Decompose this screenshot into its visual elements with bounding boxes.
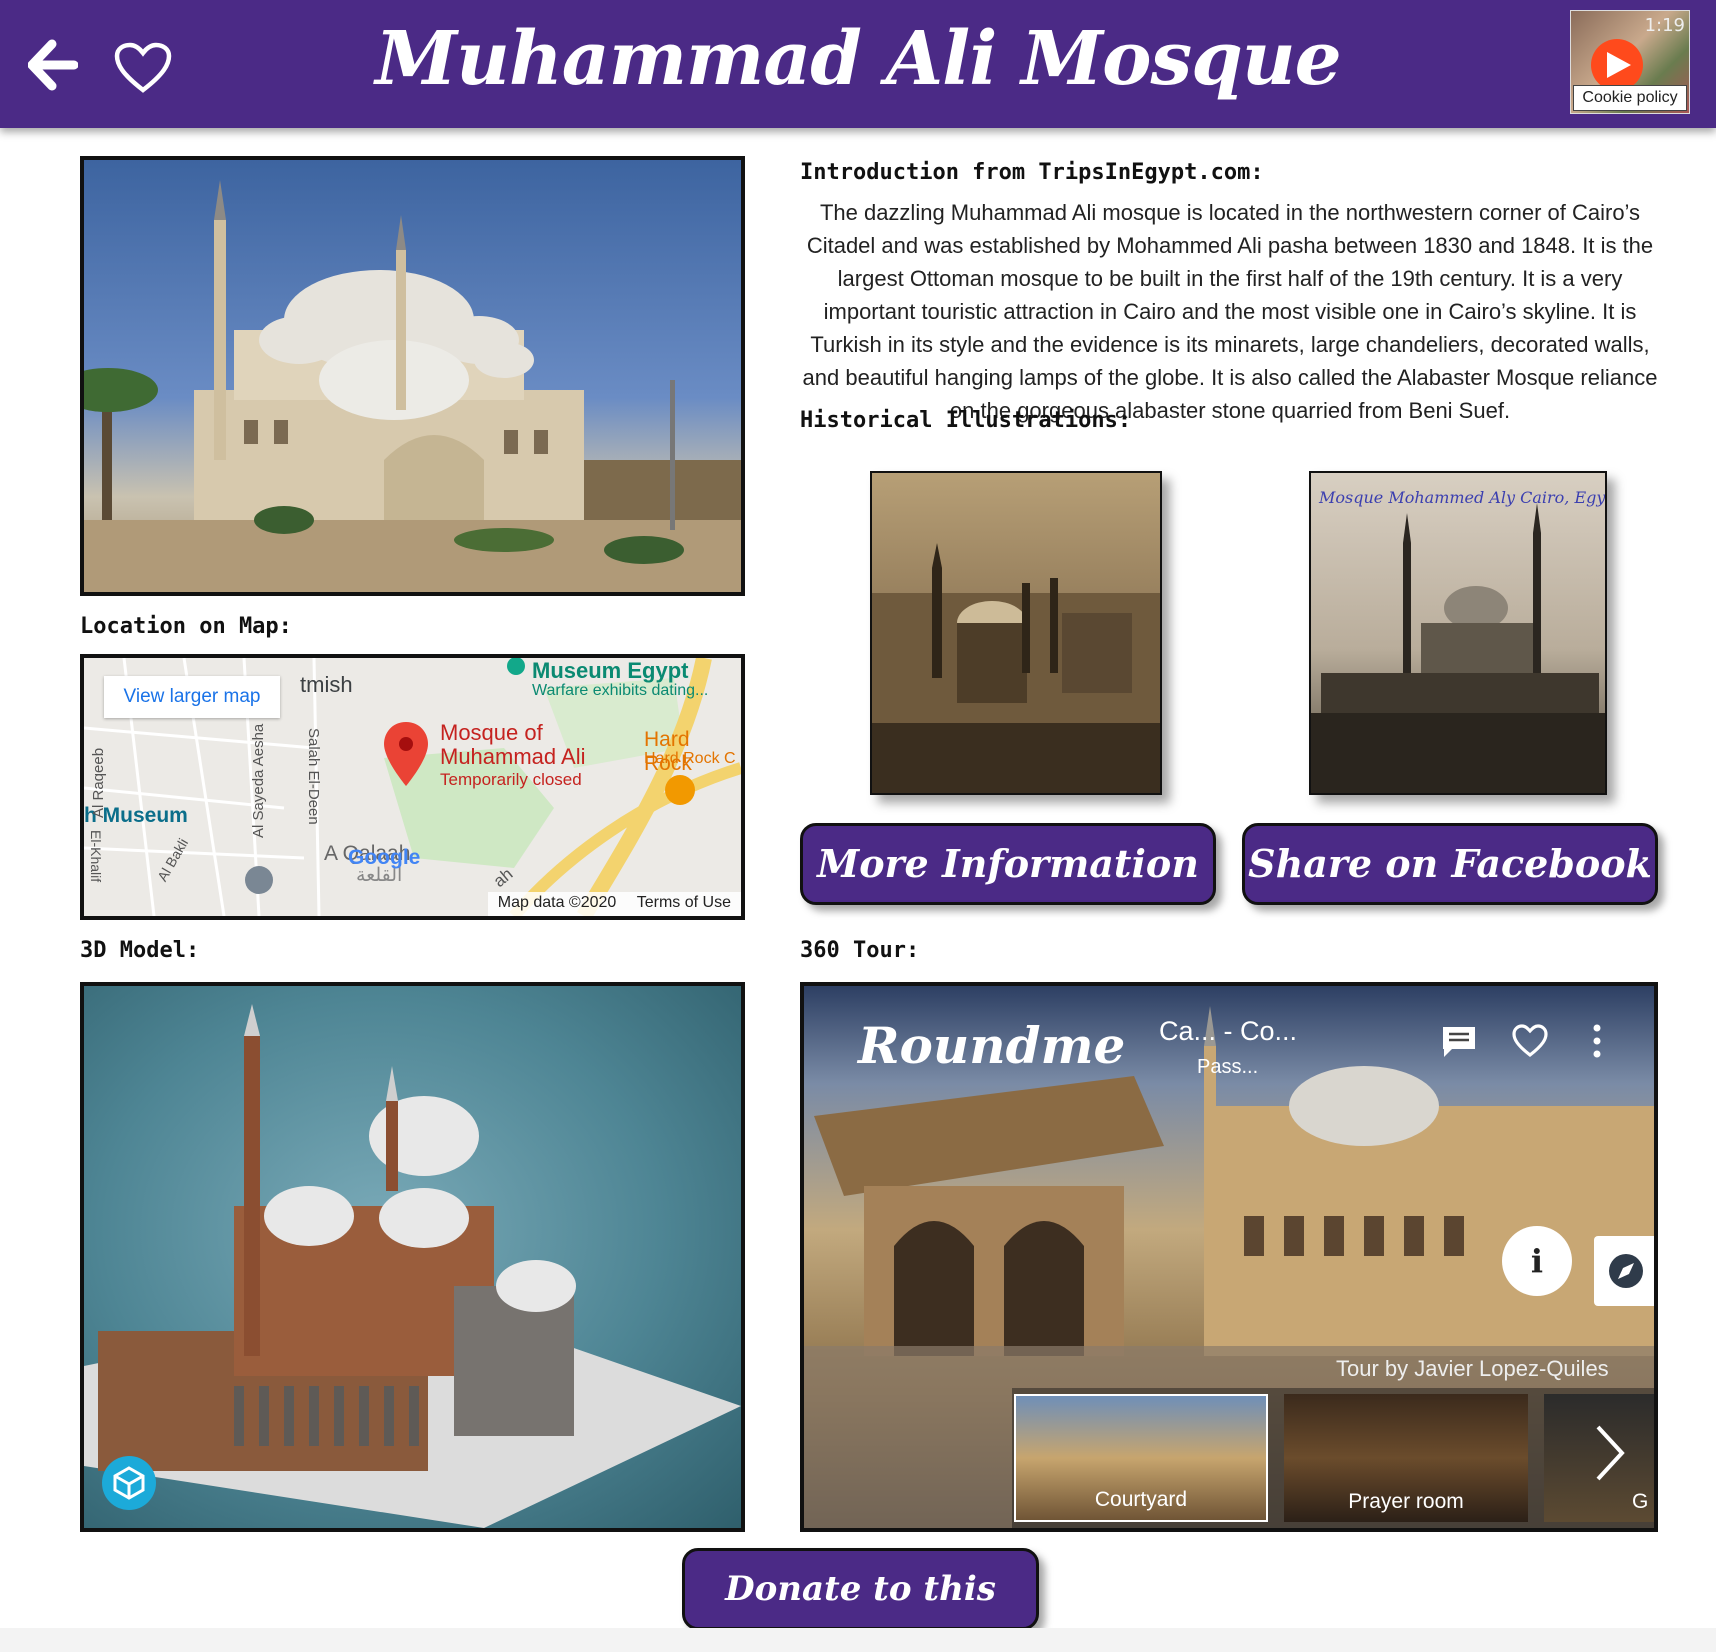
- chevron-right-icon[interactable]: [1592, 1423, 1628, 1483]
- roundme-logo[interactable]: Roundme: [858, 1016, 1125, 1075]
- map-museum-desc: Warfare exhibits dating...: [532, 682, 709, 699]
- video-duration: 1:19: [1644, 15, 1685, 36]
- compass-button[interactable]: [1594, 1236, 1654, 1306]
- map-place-status: Temporarily closed: [440, 770, 582, 789]
- intro-heading: Introduction from TripsInEgypt.com:: [800, 160, 1264, 185]
- map-area-label: tmish: [300, 672, 353, 697]
- video-thumbnail[interactable]: 1:19 Cookie policy: [1570, 10, 1690, 114]
- 3d-model-viewer[interactable]: [80, 982, 745, 1532]
- map-street-2: Al Sayeda Aesha: [250, 723, 267, 838]
- tour-author: Tour by Javier Lopez-Quiles: [1336, 1356, 1609, 1381]
- mosque-photo: [80, 156, 745, 596]
- more-information-button[interactable]: More Information: [800, 823, 1216, 905]
- historical-illustration-2[interactable]: Mosque Mohammed Aly Cairo, Egypt. 7-1-19…: [1309, 471, 1607, 795]
- scene-thumb-prayer-room[interactable]: Prayer room: [1284, 1394, 1528, 1522]
- view-larger-map-link[interactable]: View larger map: [104, 676, 280, 718]
- header-bar: Muhammad Ali Mosque 1:19 Cookie policy: [0, 0, 1716, 128]
- sketchfab-cube-icon[interactable]: [102, 1456, 156, 1510]
- 360-tour-viewer[interactable]: Roundme Ca... - Co... Pass... i Tour by …: [800, 982, 1658, 1532]
- scene-thumbnail-strip: Courtyard Prayer room G: [1012, 1388, 1654, 1528]
- google-logo: Google: [348, 846, 421, 869]
- map-data-credit: Map data ©2020: [497, 894, 617, 911]
- comment-icon[interactable]: [1440, 1024, 1478, 1065]
- illustrations-heading: Historical Illustrations:: [800, 408, 1132, 433]
- map-museum-name[interactable]: Museum Egypt: [532, 658, 688, 684]
- map-street-5: El-Khalif: [88, 830, 104, 883]
- tour-title: Ca... - Co...: [1159, 1016, 1298, 1046]
- donate-button[interactable]: Donate to this Mosque: [682, 1548, 1039, 1652]
- heart-outline-icon[interactable]: [1512, 1024, 1548, 1063]
- page-bottom-band: [0, 1628, 1716, 1652]
- tour-subtitle: Pass...: [1197, 1056, 1259, 1078]
- illustration-handwriting: Mosque Mohammed Aly Cairo, Egypt. 7-1-19…: [1318, 488, 1607, 507]
- location-map[interactable]: View larger map tmish Museum Egypt Warfa…: [80, 654, 745, 920]
- map-street-1: Al Raqeeb: [90, 747, 107, 818]
- info-icon: i: [1530, 1242, 1544, 1280]
- map-hardrock-2: Hard Rock C: [644, 750, 736, 767]
- compass-icon: [1609, 1254, 1643, 1288]
- map-terms-link[interactable]: Terms of Use: [637, 894, 731, 911]
- cookie-policy-link[interactable]: Cookie policy: [1573, 85, 1687, 111]
- scene-thumb-label: Courtyard: [1094, 1488, 1188, 1511]
- tour-heading: 360 Tour:: [800, 938, 920, 963]
- page-title: Muhammad Ali Mosque: [375, 16, 1341, 102]
- map-place-line1[interactable]: Mosque of: [440, 720, 543, 746]
- scene-thumb-courtyard[interactable]: Courtyard: [1014, 1394, 1268, 1522]
- historical-illustration-1[interactable]: [870, 471, 1162, 795]
- more-vertical-icon[interactable]: [1592, 1024, 1602, 1063]
- share-facebook-button[interactable]: Share on Facebook: [1242, 823, 1658, 905]
- map-footer: Map data ©2020 Terms of Use: [487, 892, 741, 916]
- info-button[interactable]: i: [1502, 1226, 1572, 1296]
- model-heading: 3D Model:: [80, 938, 200, 963]
- map-street-3: Salah El-Deen: [305, 728, 322, 825]
- scene-thumb-label: G: [1632, 1490, 1649, 1513]
- map-place-line2[interactable]: Muhammad Ali: [440, 744, 586, 770]
- scene-thumb-label: Prayer room: [1348, 1490, 1464, 1513]
- intro-paragraph: The dazzling Muhammad Ali mosque is loca…: [802, 200, 1658, 423]
- play-icon[interactable]: [1591, 39, 1643, 91]
- location-heading: Location on Map:: [80, 614, 292, 639]
